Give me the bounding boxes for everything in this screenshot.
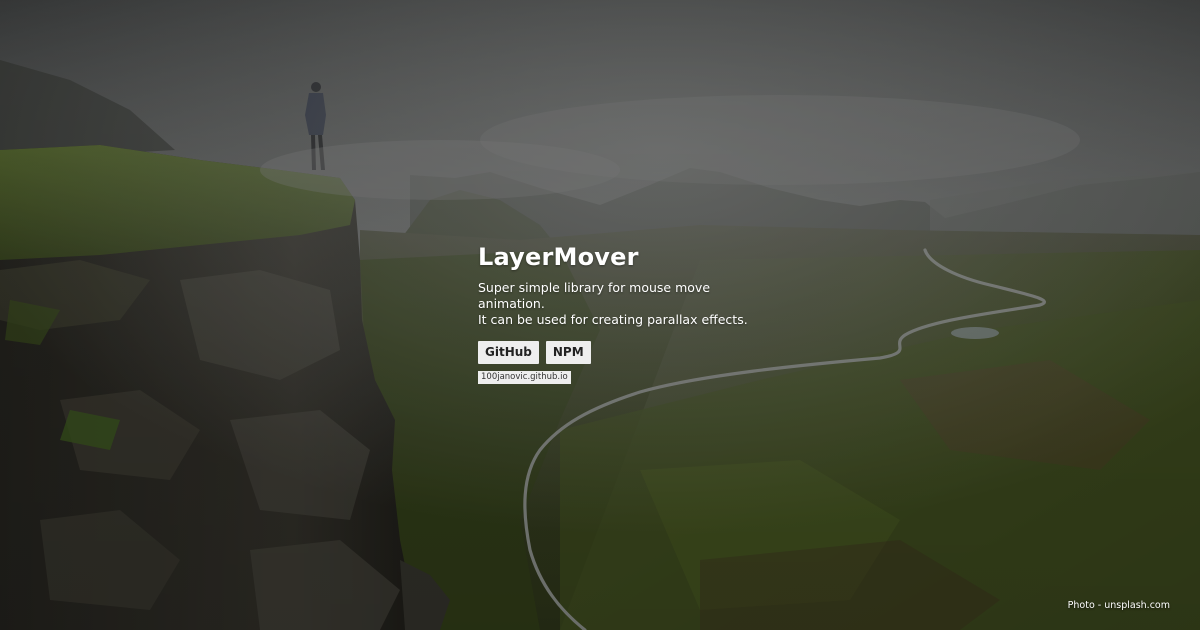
hero-description: Super simple library for mouse move anim… — [478, 280, 711, 311]
photo-credit: Photo - unsplash.com — [1067, 600, 1170, 611]
site-link[interactable]: 100janovic.github.io — [478, 371, 571, 384]
hero-page: LayerMover Super simple library for mous… — [0, 0, 1200, 630]
npm-button[interactable]: NPM — [545, 341, 591, 364]
github-button[interactable]: GitHub — [478, 341, 539, 364]
hero-description-secondary: It can be used for creating parallax eff… — [478, 312, 748, 327]
hero-content: LayerMover Super simple library for mous… — [478, 241, 798, 384]
hero-buttons: GitHub NPM — [478, 341, 798, 364]
page-title: LayerMover — [478, 243, 639, 271]
